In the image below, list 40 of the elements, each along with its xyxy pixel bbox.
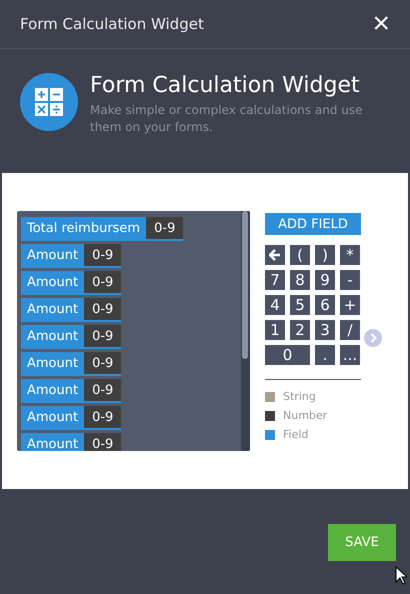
keypad-key[interactable]: + — [340, 295, 360, 315]
legend-label: Field — [283, 428, 308, 441]
window-title: Form Calculation Widget — [20, 15, 204, 33]
type-tag: 0-9 — [84, 406, 122, 428]
calculator-icon — [20, 73, 78, 131]
keypad-key[interactable]: 0 — [265, 345, 310, 365]
left-arrow-icon — [269, 249, 281, 261]
keypad-key[interactable]: ) — [315, 245, 335, 265]
keypad-key[interactable]: 6 — [315, 295, 335, 315]
type-tag: 0-9 — [84, 352, 122, 374]
type-tag: 0-9 — [146, 217, 184, 239]
keypad-key[interactable]: 7 — [265, 270, 285, 290]
widget-description: Make simple or complex calculations and use them on your forms. — [90, 102, 364, 136]
type-tag: 0-9 — [84, 298, 122, 320]
formula-editor[interactable]: Total reimbursem 0-9 Amount 0-9 Amount 0-9 Amount 0-9 Amount 0-9 Amount 0-9 Amount 0-9 Amount 0-9 Amount 0-9 — [17, 211, 250, 451]
scrollbar[interactable] — [241, 211, 250, 451]
keypad-key[interactable]: * — [340, 245, 360, 265]
keypad-key[interactable]: 9 — [315, 270, 335, 290]
type-tag: 0-9 — [84, 325, 122, 347]
keypad-key[interactable]: 4 — [265, 295, 285, 315]
keypad-key[interactable]: 5 — [290, 295, 310, 315]
cursor-icon — [395, 566, 407, 585]
keypad-key[interactable]: - — [340, 270, 360, 290]
widget-title: Form Calculation Widget — [90, 73, 361, 98]
keypad-key[interactable]: ( — [290, 245, 310, 265]
keypad-key[interactable]: 8 — [290, 270, 310, 290]
close-button[interactable]: × — [372, 9, 390, 39]
type-tag: 0-9 — [84, 271, 122, 293]
backspace-key[interactable] — [265, 245, 285, 265]
type-tag: 0-9 — [84, 379, 122, 401]
keypad-key[interactable]: 2 — [290, 320, 310, 340]
keypad-key[interactable]: ... — [340, 345, 360, 365]
legend-label: Number — [283, 409, 328, 422]
type-tag: 0-9 — [84, 244, 122, 266]
keypad-key[interactable]: . — [315, 345, 335, 365]
keypad-key[interactable]: / — [340, 320, 360, 340]
keypad-key[interactable]: 3 — [315, 320, 335, 340]
keypad-key[interactable]: 1 — [265, 320, 285, 340]
legend-label: String — [283, 390, 316, 403]
type-tag: 0-9 — [84, 433, 122, 451]
